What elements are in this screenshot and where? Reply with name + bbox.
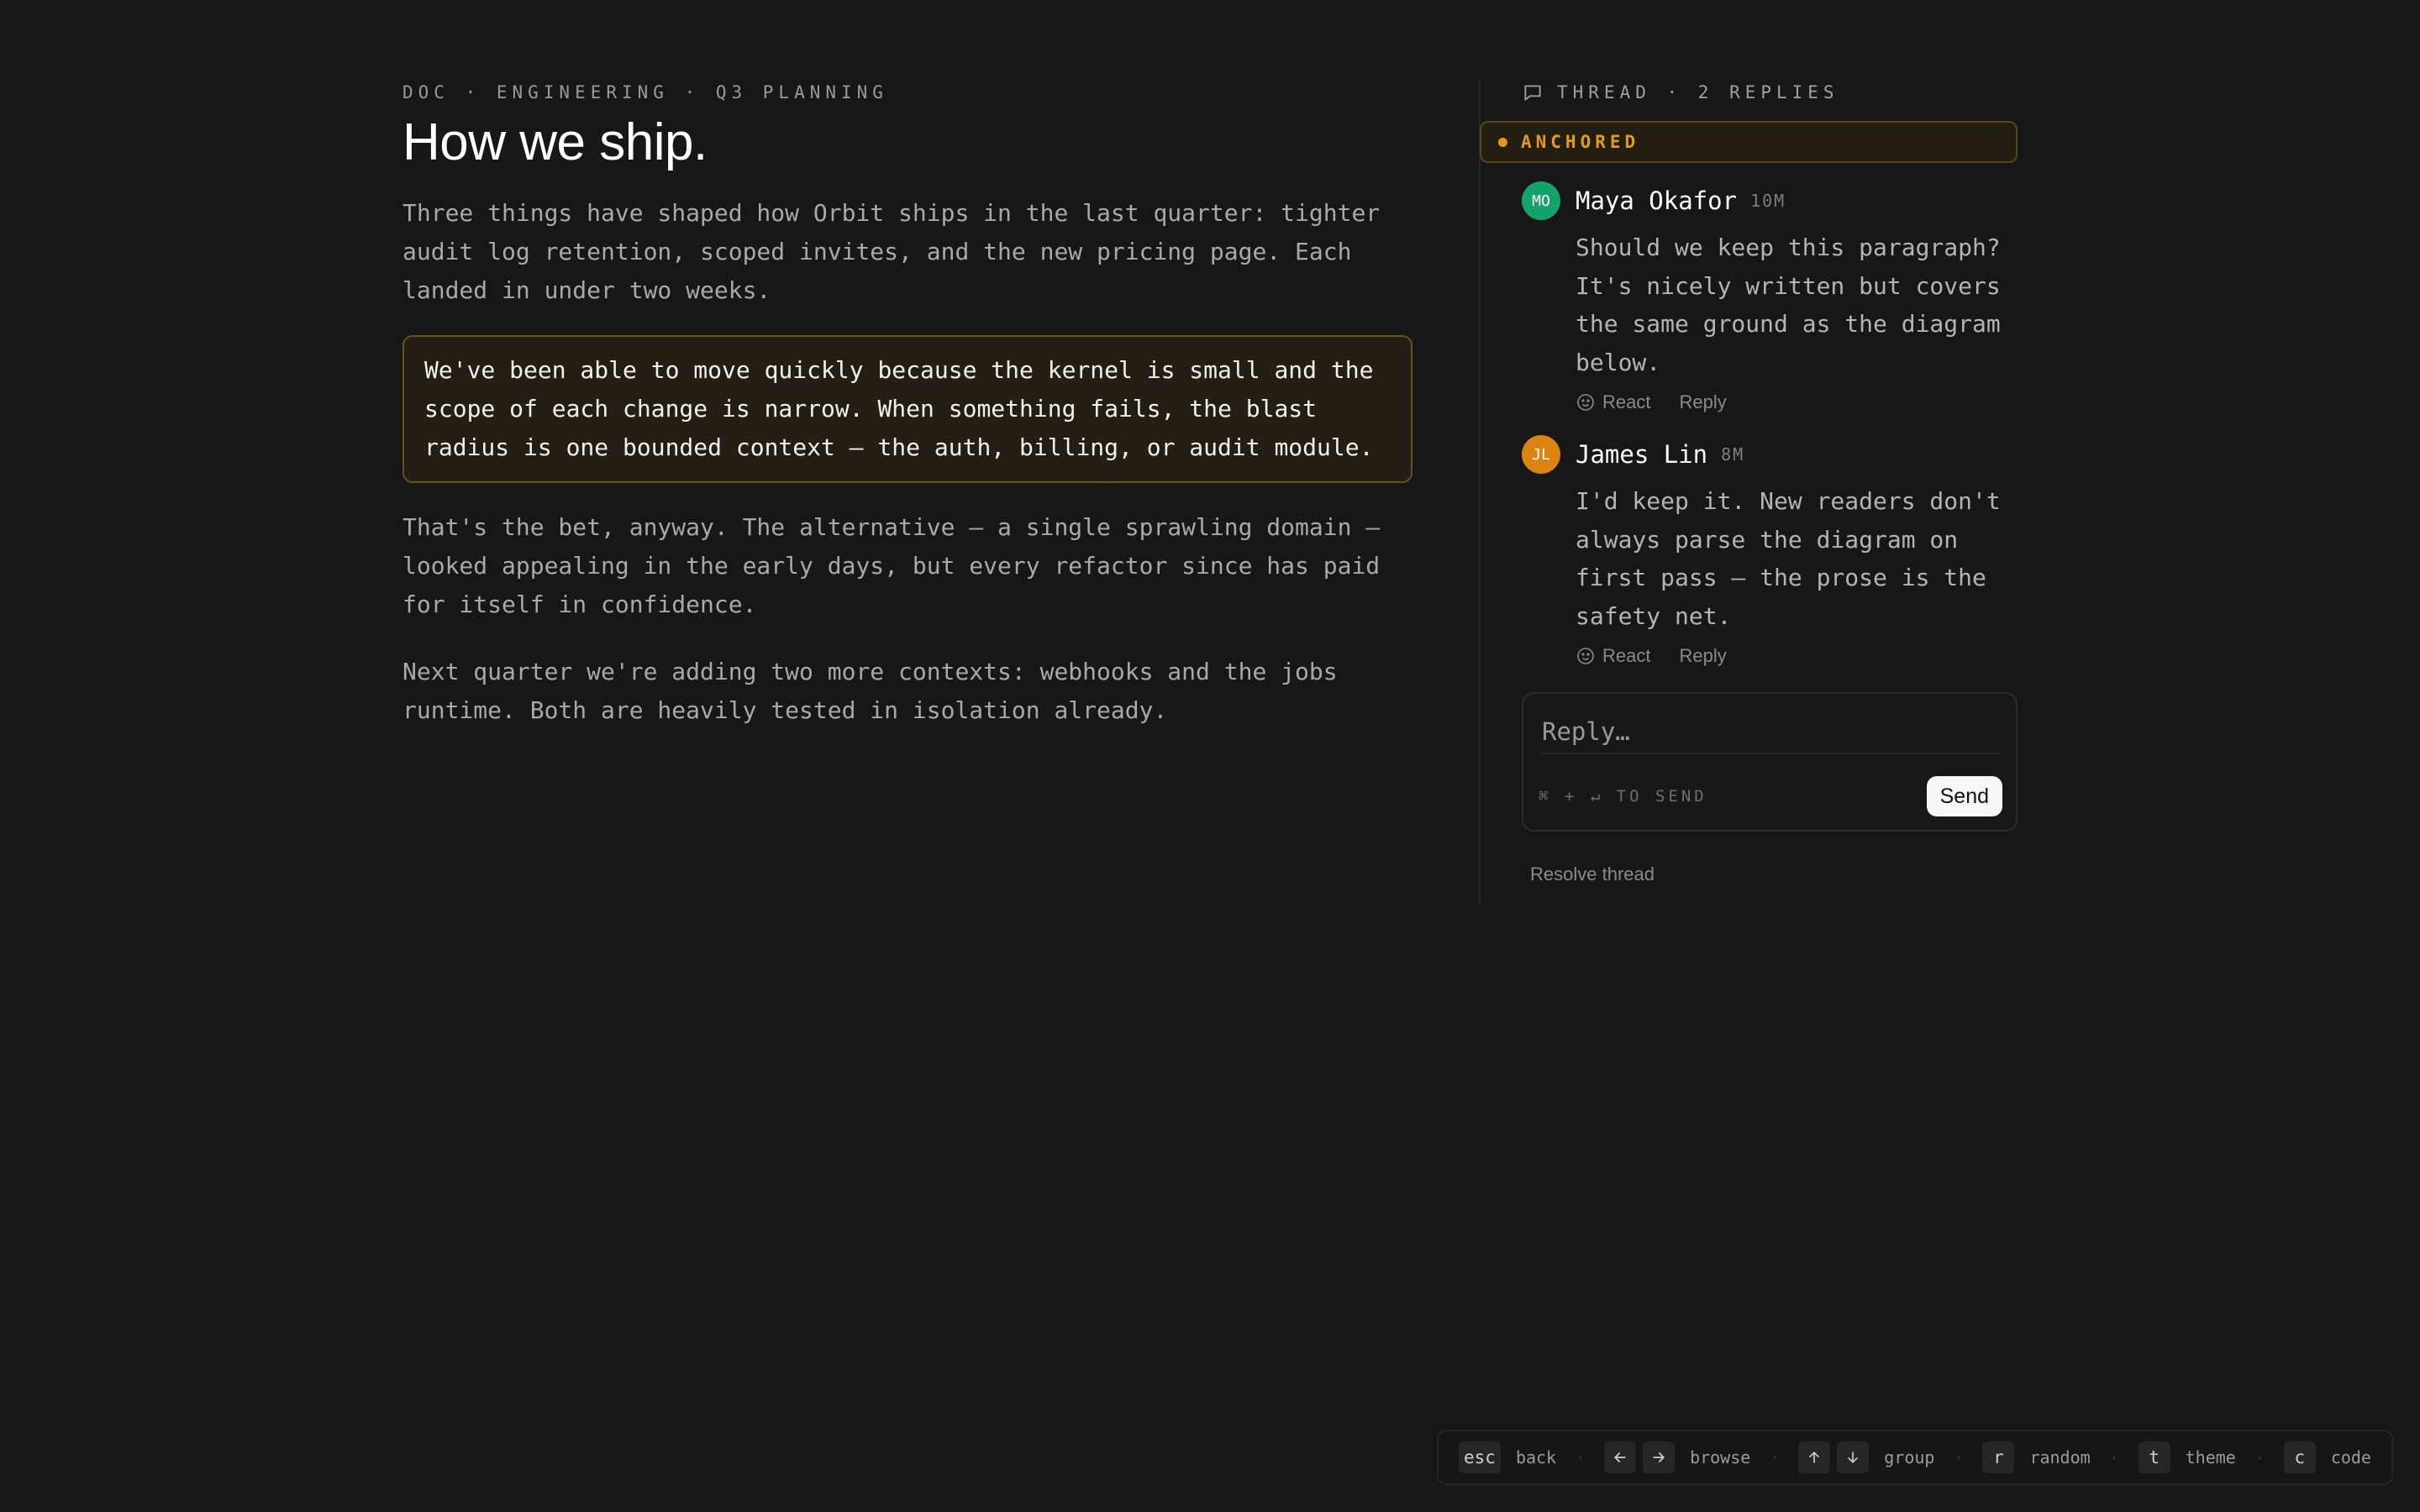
shortcut-label: group — [1884, 1447, 1935, 1467]
smiley-icon — [1577, 394, 1594, 411]
send-button[interactable]: Send — [1926, 776, 2002, 816]
separator: · — [2257, 1447, 2263, 1467]
arrow-right-icon — [1653, 1452, 1665, 1462]
arrow-right-key — [1643, 1441, 1676, 1473]
shortcut-label: random — [2029, 1447, 2091, 1467]
breadcrumb: DOC · ENGINEERING · Q3 PLANNING — [402, 82, 888, 102]
arrow-left-icon — [1614, 1452, 1626, 1462]
shortcut-bar: esc back · browse · group · r random · t… — [1437, 1430, 2393, 1485]
document: DOC · ENGINEERING · Q3 PLANNING How we s… — [402, 81, 1413, 730]
anchored-paragraph[interactable]: We've been able to move quickly because … — [402, 335, 1413, 484]
paragraph: Three things have shaped how Orbit ships… — [402, 199, 1381, 305]
separator: · — [1577, 1447, 1583, 1467]
comment-thread-panel: THREAD · 2 REPLIES ANCHORED MO Maya Okaf… — [1480, 81, 2018, 885]
comment-actions: React Reply — [1576, 643, 2018, 669]
comment-header: MO Maya Okafor 10M — [1522, 180, 2018, 222]
reply-input[interactable] — [1542, 711, 2001, 754]
comment-header: JL James Lin 8M — [1522, 433, 2018, 475]
paragraph: Next quarter we're adding two more conte… — [402, 658, 1338, 725]
anchored-label: ANCHORED — [1521, 132, 1640, 152]
shortcut-label: back — [1515, 1447, 1557, 1467]
shortcut-label: theme — [2185, 1447, 2236, 1467]
reply-button[interactable]: Reply — [1679, 645, 1726, 667]
arrow-up-icon — [1809, 1452, 1820, 1463]
shortcut-back[interactable]: esc back — [1459, 1441, 1556, 1473]
anchored-badge: ANCHORED — [1480, 121, 2018, 163]
separator: · — [2111, 1447, 2118, 1467]
avatar: JL — [1522, 435, 1560, 474]
arrow-down-key — [1837, 1441, 1870, 1473]
comment-author: Maya Okafor — [1576, 186, 1738, 215]
comment-time: 10M — [1750, 191, 1786, 211]
shortcut-code[interactable]: c code — [2283, 1441, 2371, 1473]
shortcut-random[interactable]: r random — [1982, 1441, 2091, 1473]
thread-header: THREAD · 2 REPLIES — [1480, 81, 2018, 104]
shortcut-group[interactable]: group — [1798, 1441, 1934, 1473]
shortcut-label: code — [2330, 1447, 2371, 1467]
react-label: React — [1602, 391, 1651, 412]
shortcut-label: browse — [1690, 1447, 1751, 1467]
send-shortcut-hint: ⌘ + ↵ TO SEND — [1539, 787, 1707, 806]
page-title: How we ship. — [402, 113, 708, 171]
arrow-left-key — [1604, 1441, 1637, 1473]
reply-button[interactable]: Reply — [1679, 391, 1726, 413]
reply-composer: ⌘ + ↵ TO SEND Send — [1522, 692, 2018, 832]
comment-body: I'd keep it. New readers don't always pa… — [1576, 487, 2001, 630]
page: DOC · ENGINEERING · Q3 PLANNING How we s… — [0, 0, 2420, 1512]
c-key: c — [2283, 1441, 2316, 1473]
anchored-dot-icon — [1498, 137, 1507, 147]
comment-body: Should we keep this paragraph? It's nice… — [1576, 234, 2001, 376]
comment-actions: React Reply — [1576, 390, 2018, 415]
separator: · — [1955, 1447, 1962, 1467]
arrow-down-icon — [1848, 1452, 1859, 1463]
avatar: MO — [1522, 181, 1560, 220]
paragraph: That's the bet, anyway. The alternative … — [402, 513, 1381, 619]
separator: · — [1771, 1447, 1778, 1467]
t-key: t — [2138, 1441, 2170, 1473]
resolve-thread-button[interactable]: Resolve thread — [1530, 864, 2018, 885]
arrow-up-key — [1798, 1441, 1831, 1473]
comment: JL James Lin 8M I'd keep it. New readers… — [1480, 433, 2018, 669]
comment-icon — [1524, 85, 1541, 101]
shortcut-theme[interactable]: t theme — [2138, 1441, 2236, 1473]
esc-key: esc — [1459, 1441, 1501, 1473]
react-label: React — [1602, 645, 1651, 666]
thread-header-label: THREAD · 2 REPLIES — [1557, 82, 1839, 102]
comment-author: James Lin — [1576, 440, 1708, 469]
comment-time: 8M — [1721, 444, 1745, 465]
react-button[interactable]: React — [1576, 645, 1650, 667]
comment: MO Maya Okafor 10M Should we keep this p… — [1480, 180, 2018, 415]
r-key: r — [1982, 1441, 2015, 1473]
smiley-icon — [1577, 648, 1594, 664]
react-button[interactable]: React — [1576, 391, 1650, 413]
shortcut-browse[interactable]: browse — [1604, 1441, 1750, 1473]
